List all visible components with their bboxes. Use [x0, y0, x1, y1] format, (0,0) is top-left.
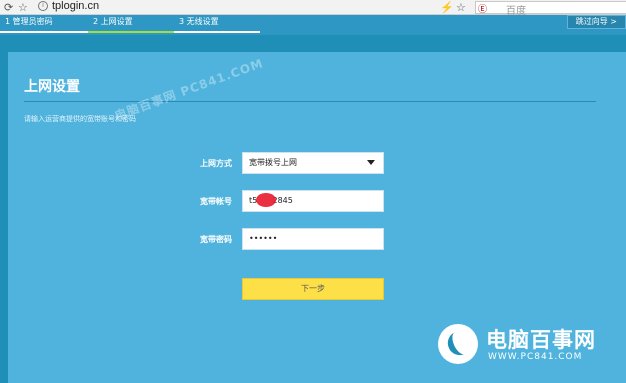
step-label: 1 管理员密码	[5, 17, 53, 26]
password-label: 宽带密码	[200, 235, 232, 244]
search-engine-icon[interactable]: Ⓔ	[478, 2, 487, 15]
step-label: 3 无线设置	[179, 17, 219, 26]
logo-text: 电脑百事网	[486, 328, 596, 352]
wizard-steps: 1 管理员密码 2 上网设置 3 无线设置	[0, 15, 626, 35]
step-progress	[88, 31, 174, 33]
address-bar[interactable]: tplogin.cn	[52, 0, 99, 12]
bookmark-star-icon[interactable]: ☆	[456, 1, 466, 14]
password-input[interactable]: ••••••	[242, 228, 384, 250]
step-progress	[0, 31, 88, 33]
account-label: 宽带帐号	[200, 197, 232, 206]
step-progress	[174, 31, 260, 33]
step-internet-settings: 2 上网设置	[88, 15, 174, 35]
mode-label: 上网方式	[200, 159, 232, 168]
password-value: ••••••	[249, 234, 278, 243]
brand-logo-icon	[438, 324, 478, 364]
lightning-icon[interactable]: ⚡	[440, 1, 454, 14]
connection-mode-select[interactable]: 宽带拨号上网	[242, 152, 384, 174]
step-label: 2 上网设置	[93, 17, 133, 26]
dropdown-arrow-icon[interactable]	[367, 160, 375, 165]
next-button[interactable]: 下一步	[242, 278, 384, 300]
search-box[interactable]: Ⓔ 百度	[475, 1, 626, 17]
page-title: 上网设置	[24, 79, 80, 95]
redaction-mark	[256, 193, 276, 207]
select-value: 宽带拨号上网	[249, 158, 297, 167]
logo-url: WWW.PC841.COM	[488, 352, 583, 362]
browser-toolbar: ⟳ ☆ i tplogin.cn ⚡ ☆ Ⓔ 百度	[0, 0, 626, 17]
info-icon[interactable]: i	[38, 1, 48, 11]
star-icon[interactable]: ☆	[18, 1, 28, 14]
step-wireless-settings: 3 无线设置	[174, 15, 260, 35]
divider	[24, 101, 596, 102]
reload-icon[interactable]: ⟳	[4, 1, 13, 14]
step-admin-password: 1 管理员密码	[0, 15, 88, 35]
skip-wizard-button[interactable]: 跳过向导 >	[566, 15, 626, 29]
account-input[interactable]: t5 2845	[242, 190, 384, 212]
logo-mark	[443, 328, 473, 360]
